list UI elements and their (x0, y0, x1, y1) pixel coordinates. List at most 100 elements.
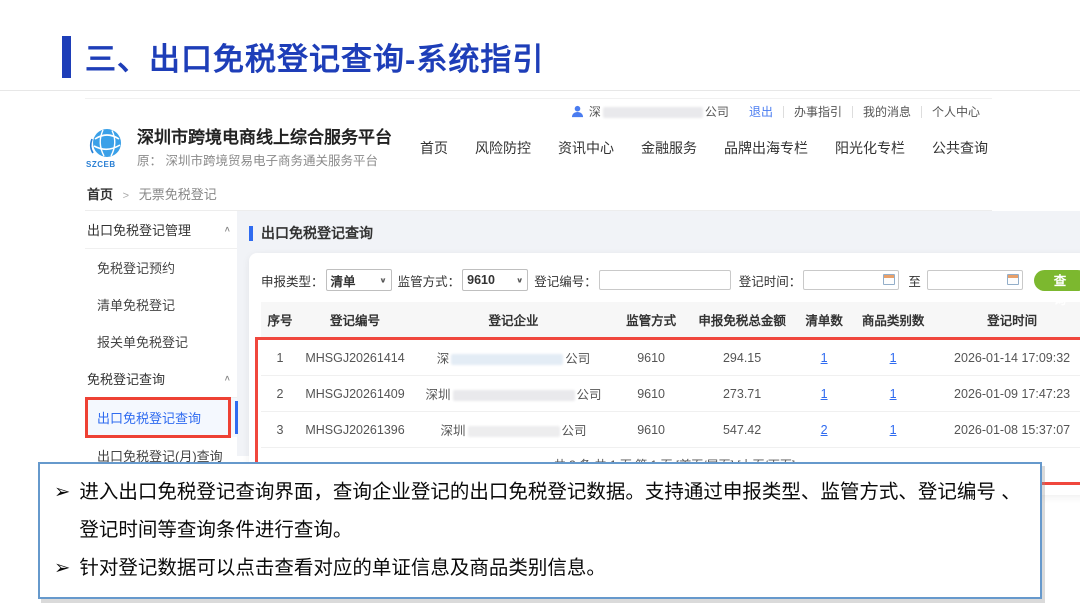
cell-seq: 1 (261, 343, 299, 373)
nav-home[interactable]: 首页 (420, 138, 448, 158)
cell-supervision: 9610 (616, 415, 686, 445)
globe-logo-icon: SZCEB (85, 127, 127, 169)
cell-category-count-link[interactable]: 1 (850, 343, 936, 373)
portal-screenshot: 深公司 退出 办事指引 我的消息 个人中心 (85, 98, 992, 446)
col-amount: 申报免税总金额 (686, 302, 798, 337)
cell-category-count-link[interactable]: 1 (850, 379, 936, 409)
panel-title: 出口免税登记查询 (261, 223, 373, 243)
sidebar-item-customs-exemption-reg[interactable]: 报关单免税登记 (85, 323, 237, 360)
cell-reg-time: 2026-01-08 15:37:07 (936, 415, 1080, 445)
table-row: 1 MHSGJ20261414 深公司 9610 294.15 1 1 2026… (261, 340, 1080, 376)
reg-time-label: 登记时间： (739, 271, 802, 290)
redacted-company-name (451, 354, 563, 365)
breadcrumb-current: 无票免税登记 (139, 187, 217, 202)
logo-abbr: SZCEB (86, 160, 116, 169)
cell-reg-no: MHSGJ20261396 (299, 415, 411, 445)
cell-supervision: 9610 (616, 379, 686, 409)
cell-company: 深圳公司 (411, 376, 616, 411)
nav-finance[interactable]: 金融服务 (641, 138, 697, 158)
to-label: 至 (908, 271, 921, 290)
company-suffix: 公司 (565, 352, 590, 366)
logo-text: 深圳市跨境电商线上综合服务平台 原： 深圳市跨境贸易电子商务通关服务平台 (137, 127, 392, 169)
user-account: 深公司 (561, 103, 739, 121)
breadcrumb-separator-icon: > (123, 190, 129, 202)
cell-amount: 547.42 (686, 415, 798, 445)
sidebar-group-registration-query[interactable]: 免税登记查询 ∧ (85, 360, 237, 398)
cell-reg-no: MHSGJ20261414 (299, 343, 411, 373)
cell-list-count-link[interactable]: 2 (798, 415, 850, 445)
company-suffix: 公司 (577, 388, 602, 402)
arrow-bullet-icon: ➢ (54, 473, 70, 549)
main-content: 出口免税登记查询 申报类型： 清单 ∨ 监管方式： 9610 ∨ (237, 211, 1080, 456)
chevron-down-icon: ∨ (516, 276, 523, 285)
company-name-suffix: 公司 (705, 105, 729, 119)
search-button[interactable]: 查询 (1034, 270, 1080, 291)
cell-category-count-link[interactable]: 1 (850, 415, 936, 445)
main-nav: 首页 风险防控 资讯中心 金融服务 品牌出海专栏 阳光化专栏 公共查询 (420, 138, 992, 158)
table-header-row: 序号 登记编号 登记企业 监管方式 申报免税总金额 清单数 商品类别数 登记时间 (261, 302, 1080, 337)
slide-title-row: 三、出口免税登记查询-系统指引 (62, 34, 544, 79)
reg-time-from-box (803, 270, 899, 290)
col-reg-time: 登记时间 (936, 302, 1080, 337)
nav-risk-control[interactable]: 风险防控 (475, 138, 531, 158)
note-item: ➢ 进入出口免税登记查询界面，查询企业登记的出口免税登记数据。支持通过申报类型、… (54, 473, 1026, 549)
note-item: ➢ 针对登记数据可以点击查看对应的单证信息及商品类别信息。 (54, 549, 1026, 587)
panel-title-row: 出口免税登记查询 (249, 223, 1080, 243)
profile-link[interactable]: 个人中心 (922, 103, 990, 120)
reg-no-input[interactable] (599, 270, 731, 290)
cell-list-count-link[interactable]: 1 (798, 379, 850, 409)
cell-list-count-link[interactable]: 1 (798, 343, 850, 373)
title-divider (0, 90, 1080, 91)
nav-sunshine[interactable]: 阳光化专栏 (835, 138, 905, 158)
declare-type-value: 清单 (331, 271, 356, 290)
note-text: 针对登记数据可以点击查看对应的单证信息及商品类别信息。 (79, 549, 1026, 587)
breadcrumb-home[interactable]: 首页 (87, 187, 113, 202)
col-reg-no: 登记编号 (299, 302, 411, 337)
filter-bar: 申报类型： 清单 ∨ 监管方式： 9610 ∨ 登记编号： 登记时间： (261, 269, 1080, 291)
sidebar-group-label: 出口免税登记管理 (87, 220, 191, 239)
panel-accent-bar (249, 226, 253, 241)
calendar-icon[interactable] (883, 274, 895, 285)
reg-no-label: 登记编号： (534, 271, 597, 290)
company-suffix: 公司 (562, 424, 587, 438)
portal-header: SZCEB 深圳市跨境电商线上综合服务平台 原： 深圳市跨境贸易电子商务通关服务… (85, 124, 992, 172)
supervision-select[interactable]: 9610 ∨ (462, 269, 528, 291)
chevron-up-icon: ∧ (224, 225, 231, 234)
site-subtitle: 原： 深圳市跨境贸易电子商务通关服务平台 (137, 150, 392, 169)
declare-type-label: 申报类型： (261, 271, 324, 290)
messages-link[interactable]: 我的消息 (853, 103, 921, 120)
cell-reg-time: 2026-01-14 17:09:32 (936, 343, 1080, 373)
table-row: 3 MHSGJ20261396 深圳公司 9610 547.42 2 1 202… (261, 412, 1080, 448)
redacted-company-name (468, 426, 560, 437)
redacted-company-name (603, 107, 703, 118)
page-title: 三、出口免税登记查询-系统指引 (85, 34, 544, 79)
site-title: 深圳市跨境电商线上综合服务平台 (137, 127, 392, 148)
sidebar: 出口免税登记管理 ∧ 免税登记预约 清单免税登记 报关单免税登记 免税登记查询 … (85, 211, 237, 456)
logo: SZCEB 深圳市跨境电商线上综合服务平台 原： 深圳市跨境贸易电子商务通关服务… (85, 127, 392, 169)
logout-link[interactable]: 退出 (739, 103, 783, 120)
calendar-icon[interactable] (1007, 274, 1019, 285)
user-bar: 深公司 退出 办事指引 我的消息 个人中心 (85, 99, 992, 124)
cell-reg-no: MHSGJ20261409 (299, 379, 411, 409)
nav-public-query[interactable]: 公共查询 (932, 138, 988, 158)
cell-amount: 294.15 (686, 343, 798, 373)
guide-link[interactable]: 办事指引 (784, 103, 852, 120)
cell-company: 深 公司 (411, 340, 616, 375)
sidebar-group-registration-mgmt[interactable]: 出口免税登记管理 ∧ (85, 211, 237, 249)
col-seq: 序号 (261, 302, 299, 337)
sidebar-item-exemption-appointment[interactable]: 免税登记预约 (85, 249, 237, 286)
title-accent-bar (62, 36, 71, 78)
arrow-bullet-icon: ➢ (54, 549, 70, 587)
breadcrumb: 首页 > 无票免税登记 (85, 178, 992, 211)
col-list-count: 清单数 (798, 302, 850, 337)
supervision-label: 监管方式： (398, 271, 461, 290)
query-panel: 申报类型： 清单 ∨ 监管方式： 9610 ∨ 登记编号： 登记时间： (249, 253, 1080, 495)
declare-type-select[interactable]: 清单 ∨ (326, 269, 392, 291)
supervision-value: 9610 (467, 273, 495, 287)
nav-brand-overseas[interactable]: 品牌出海专栏 (724, 138, 808, 158)
nav-info-center[interactable]: 资讯中心 (558, 138, 614, 158)
table-row: 2 MHSGJ20261409 深圳公司 9610 273.71 1 1 202… (261, 376, 1080, 412)
sidebar-item-list-exemption-reg[interactable]: 清单免税登记 (85, 286, 237, 323)
company-prefix: 深 (437, 352, 450, 366)
sidebar-item-export-exemption-query[interactable]: 出口免税登记查询 (85, 398, 237, 437)
